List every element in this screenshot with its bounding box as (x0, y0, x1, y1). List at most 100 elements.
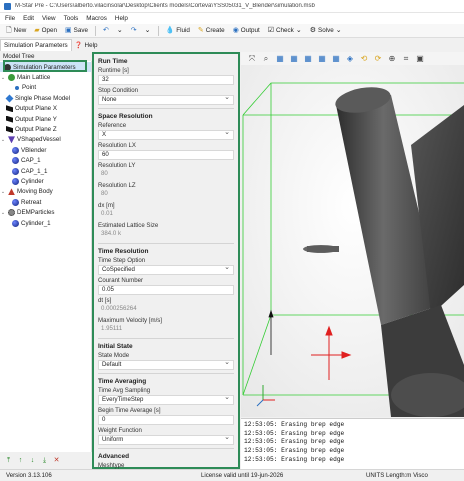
state-mode-select[interactable]: Default (98, 359, 234, 370)
view-negy-icon[interactable]: ▦ (331, 54, 341, 63)
tree-selection-highlight (3, 60, 87, 72)
move-top-icon[interactable]: ⤒ (4, 456, 13, 465)
log-console[interactable]: 12:53:05: Erasing brep edge 12:53:05: Er… (241, 418, 464, 469)
tree-item-single-phase-model[interactable]: Single Phase Model (0, 93, 91, 103)
section-advanced: Advanced (98, 453, 130, 460)
menu-view[interactable]: View (42, 15, 56, 22)
tree-item-vshapedvessel[interactable]: ⌄ VShapedVessel (0, 135, 91, 145)
menu-edit[interactable]: Edit (23, 15, 34, 22)
tree-item-cylinder[interactable]: Cylinder (0, 176, 91, 186)
fluid-button[interactable]: 💧 Fluid (163, 25, 193, 37)
redo-button[interactable]: ↷ (128, 25, 140, 37)
weight-function-select[interactable]: Uniform (98, 434, 234, 445)
expand-icon[interactable]: ⌄ (0, 75, 6, 81)
toolbar-separator (95, 25, 97, 36)
check-button[interactable]: ☑ Check ⌄ (265, 25, 305, 37)
runtime-label: Runtime [s] (98, 67, 129, 74)
tree-item-point[interactable]: Point (0, 83, 91, 93)
time-step-option-select[interactable]: CoSpecified (98, 264, 234, 275)
divider (98, 108, 234, 109)
weight-function-label: Weight Function (98, 427, 142, 434)
menu-bar: File Edit View Tools Macros Help (0, 13, 464, 24)
expand-icon[interactable]: ⌄ (0, 137, 6, 143)
tree-item-cap-1[interactable]: CAP_1 (0, 156, 91, 166)
tree-item-retreat[interactable]: Retreat (0, 197, 91, 207)
sphere-icon (12, 198, 19, 206)
tab-simulation-parameters[interactable]: Simulation Parameters (0, 39, 72, 51)
menu-file[interactable]: File (5, 15, 15, 22)
view-negx-icon[interactable]: ▦ (317, 54, 327, 63)
tree-item-main-lattice[interactable]: ⌄ Main Lattice (0, 72, 91, 82)
measure-icon[interactable]: ⌗ (401, 54, 411, 64)
dx-value: 0.01 (101, 210, 113, 217)
undo-dropdown[interactable]: ⌄ (114, 25, 126, 37)
tree-item-demparticles[interactable]: ⌄ DEMParticles (0, 207, 91, 217)
screenshot-icon[interactable]: ▣ (415, 54, 425, 63)
3d-scene[interactable] (241, 65, 464, 417)
sphere-icon (12, 146, 19, 154)
state-mode-label: State Mode (98, 352, 130, 359)
resolution-lx-input[interactable]: 60 (98, 150, 234, 160)
log-line: 12:53:05: Erasing brep edge (244, 438, 345, 446)
solve-button[interactable]: ⚙ Solve ⌄ (307, 25, 345, 37)
create-button[interactable]: ✎ Create (195, 25, 228, 37)
menu-macros[interactable]: Macros (86, 15, 107, 22)
divider (98, 448, 234, 449)
tab-help[interactable]: ❓ Help (72, 39, 101, 51)
begin-time-average-input[interactable]: 0 (98, 415, 234, 425)
tree-item-output-plane-z[interactable]: Output Plane Z (0, 124, 91, 134)
courant-number-input[interactable]: 0.05 (98, 285, 234, 295)
redo-icon: ↷ (130, 27, 137, 34)
license-label: License valid until 19-jun-2026 (201, 472, 284, 479)
reference-select[interactable]: X (98, 129, 234, 140)
move-down-icon[interactable]: ↓ (28, 456, 37, 465)
log-line: 12:53:05: Erasing brep edge (244, 421, 345, 428)
open-button[interactable]: ▰ Open (31, 25, 60, 37)
lattice-size-label: Estimated Lattice Size (98, 222, 159, 229)
move-up-icon[interactable]: ↑ (16, 456, 25, 465)
menu-tools[interactable]: Tools (64, 15, 79, 22)
view-x-icon[interactable]: ▦ (275, 54, 285, 63)
meshtype-label: Meshtype (98, 462, 125, 469)
fit-view-icon[interactable]: ⤧ (247, 54, 257, 64)
divider (98, 373, 234, 374)
runtime-input[interactable]: 32 (98, 75, 234, 85)
reference-label: Reference (98, 122, 127, 129)
stop-condition-select[interactable]: None (98, 94, 234, 105)
time-avg-sampling-select[interactable]: EveryTimeStep (98, 394, 234, 405)
tree-item-cylinder-1[interactable]: Cylinder_1 (0, 218, 91, 228)
view-z-icon[interactable]: ▦ (303, 54, 313, 63)
undo-button[interactable]: ↶ (100, 25, 112, 37)
new-button[interactable]: 🗋 New (3, 25, 29, 37)
tree-item-output-plane-y[interactable]: Output Plane Y (0, 114, 91, 124)
move-bottom-icon[interactable]: ⤓ (40, 456, 49, 465)
rotate-cw-icon[interactable]: ⟳ (373, 54, 383, 63)
tree-item-moving-body[interactable]: ⌄ Moving Body (0, 187, 91, 197)
save-button[interactable]: ▣ Save (62, 25, 91, 37)
3d-viewport[interactable]: ⤧ ⌕ ▦ ▦ ▦ ▦ ▦ ◈ ⟲ ⟳ ⊕ ⌗ ▣ (241, 52, 464, 417)
redo-dropdown[interactable]: ⌄ (142, 25, 154, 37)
tree-item-vblender[interactable]: VBlender (0, 145, 91, 155)
units-label: UNITS Length:m Visco (366, 472, 428, 479)
expand-icon[interactable]: ⌄ (0, 210, 6, 216)
droplet-icon: 💧 (165, 27, 175, 34)
section-time-averaging: Time Averaging (98, 378, 147, 385)
model-tree[interactable]: Simulation Parameters ⌄ Main Lattice Poin… (0, 61, 92, 452)
view-y-icon[interactable]: ▦ (289, 54, 299, 63)
main-toolbar: 🗋 New ▰ Open ▣ Save ↶ ⌄ ↷ ⌄ 💧 Fluid ✎ Create … (0, 24, 464, 38)
tree-item-output-plane-x[interactable]: Output Plane X (0, 104, 91, 114)
delete-icon[interactable]: ✕ (52, 456, 61, 465)
menu-help[interactable]: Help (115, 15, 128, 22)
status-bar: Version 3.13.106 License valid until 19-… (0, 469, 464, 481)
chevron-down-icon: ⌄ (335, 27, 342, 34)
log-line: 12:53:05: Erasing brep edge (244, 429, 345, 437)
zoom-box-icon[interactable]: ⌕ (261, 54, 271, 64)
view-iso-icon[interactable]: ◈ (345, 54, 355, 63)
chevron-down-icon: ⌄ (144, 27, 151, 34)
rotate-icon[interactable]: ⟲ (359, 54, 369, 63)
divider (98, 338, 234, 339)
output-button[interactable]: ◉ Output (230, 25, 263, 37)
select-icon[interactable]: ⊕ (387, 54, 397, 63)
expand-icon[interactable]: ⌄ (0, 189, 6, 195)
tree-item-cap-1-1[interactable]: CAP_1_1 (0, 166, 91, 176)
